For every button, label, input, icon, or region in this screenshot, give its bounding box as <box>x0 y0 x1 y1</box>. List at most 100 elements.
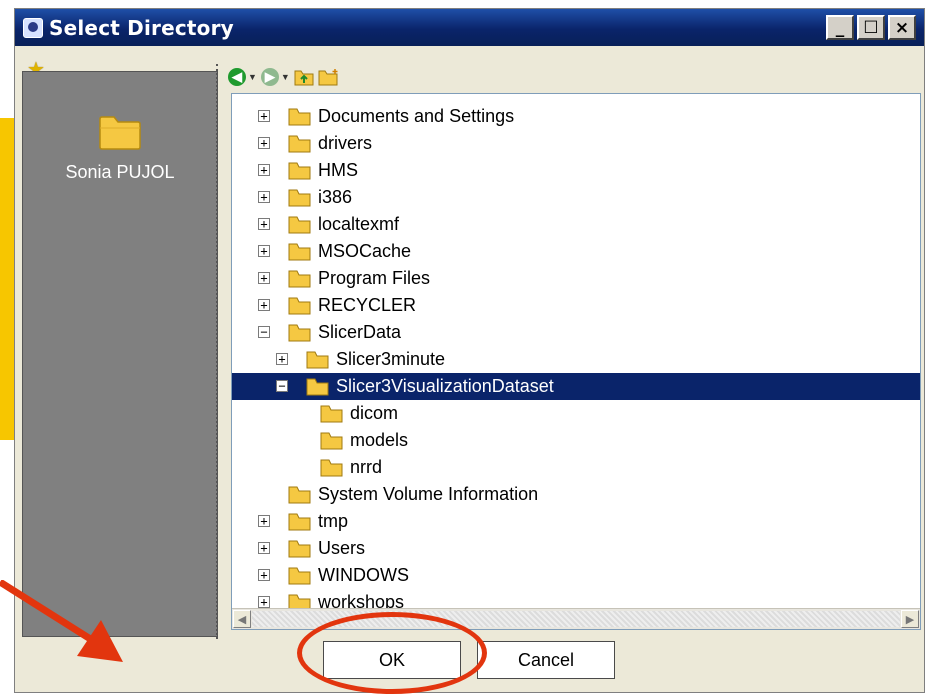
expand-icon[interactable]: + <box>258 191 270 203</box>
tree-item-label: localtexmf <box>318 214 400 234</box>
tree-item-label: WINDOWS <box>318 565 409 585</box>
folder-icon <box>288 135 311 153</box>
tree-item[interactable]: dicom <box>232 400 920 427</box>
app-icon <box>23 17 43 38</box>
tree-item[interactable]: nrrd <box>232 454 920 481</box>
folder-icon <box>288 243 311 261</box>
dropdown-arrow-icon: ▼ <box>248 72 257 82</box>
back-button[interactable]: ◀ ▼ <box>228 68 257 86</box>
folder-icon <box>288 189 311 207</box>
folder-icon <box>288 540 311 558</box>
folder-icon <box>288 162 311 180</box>
tree-item[interactable]: + Users <box>232 535 920 562</box>
tree-item-label: dicom <box>350 403 399 423</box>
dropdown-arrow-icon: ▼ <box>280 72 290 82</box>
tree-item-label: RECYCLER <box>318 295 417 315</box>
decorative-yellow-bar <box>0 118 14 440</box>
folder-icon <box>288 567 311 585</box>
tree-item-label: i386 <box>318 187 353 207</box>
navigation-toolbar: ◀ ▼ ▶ ▼ <box>228 64 340 90</box>
expand-icon[interactable]: + <box>258 542 270 554</box>
tree-item[interactable]: + i386 <box>232 184 920 211</box>
favorites-sidebar: Sonia PUJOL <box>22 71 218 637</box>
up-folder-icon <box>294 70 314 86</box>
pane-splitter[interactable] <box>216 64 222 639</box>
expand-icon[interactable]: + <box>258 137 270 149</box>
expand-icon[interactable]: + <box>258 218 270 230</box>
up-folder-button[interactable] <box>294 68 314 86</box>
forward-arrow-icon: ▶ <box>260 68 279 86</box>
tree-item[interactable]: + Slicer3minute <box>232 346 920 373</box>
folder-icon <box>320 405 343 423</box>
tree-item-label: HMS <box>318 160 358 180</box>
folder-icon <box>320 459 343 477</box>
tree-item[interactable]: + RECYCLER <box>232 292 920 319</box>
cancel-button[interactable]: Cancel <box>477 641 615 679</box>
folder-icon <box>288 513 311 531</box>
forward-button[interactable]: ▶ ▼ <box>260 68 290 86</box>
tree-item-label: Slicer3VisualizationDataset <box>336 376 554 396</box>
minimize-button[interactable]: _ <box>826 15 854 40</box>
tree-item[interactable]: − Slicer3VisualizationDataset <box>232 373 920 400</box>
expand-icon[interactable]: + <box>258 596 270 608</box>
tree-item-label: Users <box>318 538 366 558</box>
tree-item[interactable]: + tmp <box>232 508 920 535</box>
folder-icon <box>306 351 329 369</box>
back-arrow-icon: ◀ <box>228 68 246 86</box>
folder-icon <box>288 486 311 504</box>
tree-item-label: nrrd <box>350 457 383 477</box>
tree-item-label: Slicer3minute <box>336 349 446 369</box>
expand-icon[interactable]: + <box>258 272 270 284</box>
tree-item-label: MSOCache <box>318 241 412 261</box>
expand-icon[interactable]: + <box>258 569 270 581</box>
tree-item-label: SlicerData <box>318 322 402 342</box>
select-directory-dialog: Select Directory _ ☐ × ★ Sonia PUJOL ◀ ▼ … <box>14 8 925 693</box>
expand-icon[interactable]: + <box>258 515 270 527</box>
tree-item[interactable]: + Program Files <box>232 265 920 292</box>
folder-icon <box>288 297 311 315</box>
scroll-left-icon[interactable]: ◀ <box>233 610 251 628</box>
tree-item[interactable]: + Documents and Settings <box>232 103 920 130</box>
folder-icon <box>320 432 343 450</box>
favorites-header: ★ <box>15 46 225 80</box>
expand-icon[interactable]: + <box>258 164 270 176</box>
window-title: Select Directory <box>49 15 234 40</box>
tree-item-label: System Volume Information <box>318 484 539 504</box>
tree-item-label: tmp <box>318 511 349 531</box>
folder-icon <box>306 378 329 396</box>
collapse-icon[interactable]: − <box>258 326 270 338</box>
folder-icon[interactable] <box>98 114 142 150</box>
tree-item[interactable]: models <box>232 427 920 454</box>
collapse-icon[interactable]: − <box>276 380 288 392</box>
folder-icon <box>288 270 311 288</box>
expand-icon[interactable]: + <box>258 299 270 311</box>
new-folder-button[interactable] <box>318 68 340 86</box>
scroll-right-icon[interactable]: ▶ <box>901 610 919 628</box>
expand-icon[interactable]: + <box>258 245 270 257</box>
tree-item-label: Documents and Settings <box>318 106 515 126</box>
tree-item[interactable]: + localtexmf <box>232 211 920 238</box>
expand-icon[interactable]: + <box>276 353 288 365</box>
folder-icon <box>288 108 311 126</box>
ok-button[interactable]: OK <box>323 641 461 679</box>
maximize-button[interactable]: ☐ <box>857 15 885 40</box>
tree-item-label: Program Files <box>318 268 431 288</box>
tree-item-label: models <box>350 430 409 450</box>
close-button[interactable]: × <box>888 15 916 40</box>
tree-item[interactable]: + drivers <box>232 130 920 157</box>
new-folder-icon <box>318 69 338 86</box>
tree-item[interactable]: System Volume Information <box>232 481 920 508</box>
tree-item[interactable]: + MSOCache <box>232 238 920 265</box>
tree-item-label: drivers <box>318 133 373 153</box>
tree-item[interactable]: − SlicerData <box>232 319 920 346</box>
title-bar[interactable]: Select Directory _ ☐ × <box>15 9 924 46</box>
scroll-track[interactable] <box>252 611 900 627</box>
window-controls: _ ☐ × <box>826 15 916 40</box>
directory-tree[interactable]: + Documents and Settings + drivers + HMS + i386… <box>231 93 921 630</box>
tree-item[interactable]: + HMS <box>232 157 920 184</box>
favorite-folder-label[interactable]: Sonia PUJOL <box>23 162 217 183</box>
expand-icon[interactable]: + <box>258 110 270 122</box>
tree-item[interactable]: + WINDOWS <box>232 562 920 589</box>
horizontal-scrollbar[interactable]: ◀ ▶ <box>232 608 920 629</box>
folder-icon <box>288 216 311 234</box>
